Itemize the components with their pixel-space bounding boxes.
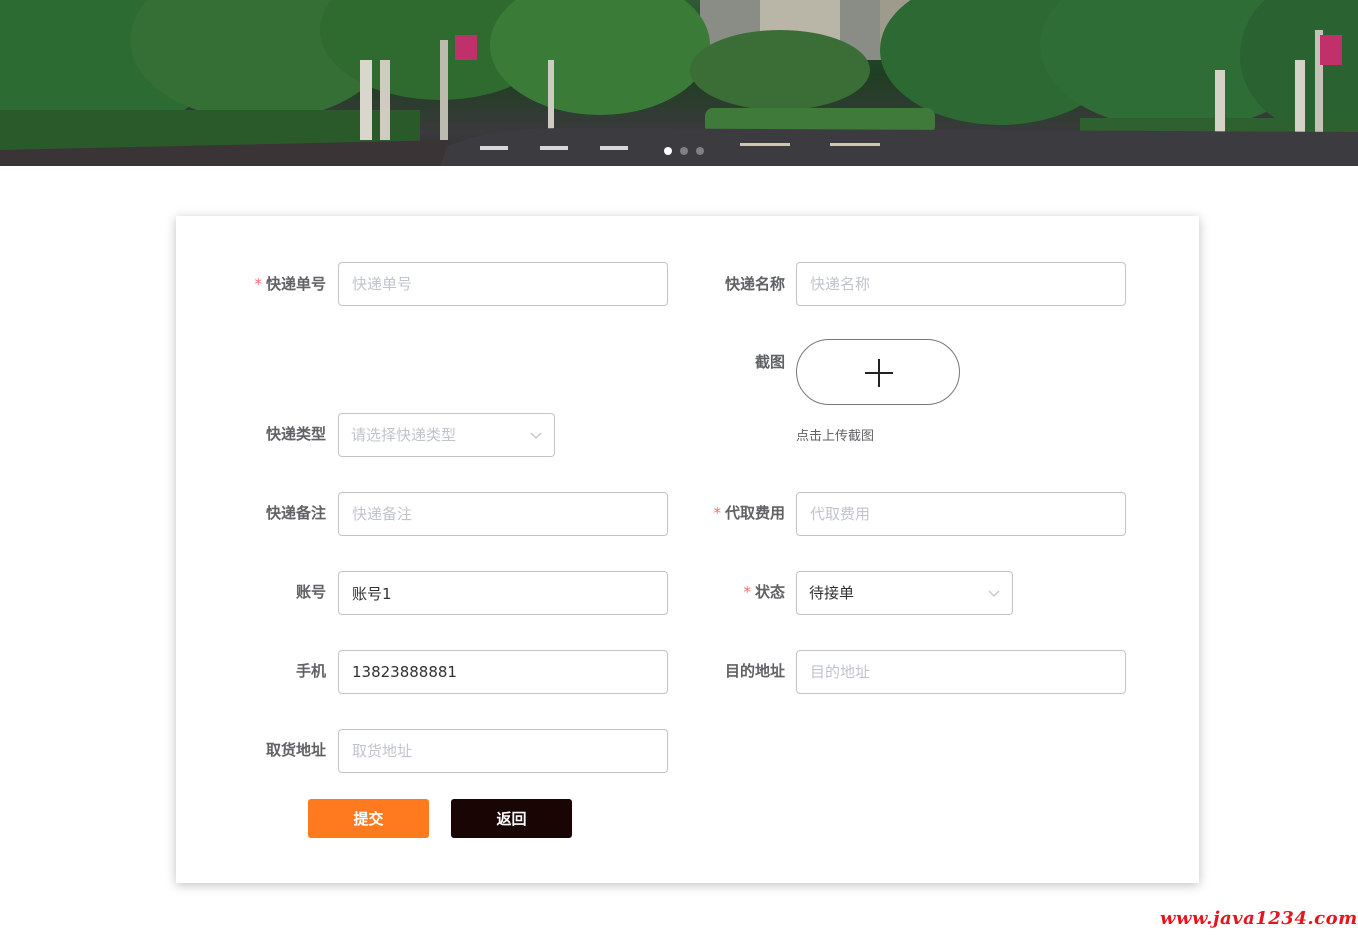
remark-label: 快递备注 [265, 504, 326, 522]
phone-input[interactable] [338, 650, 668, 694]
watermark: www.java1234.com [1160, 908, 1358, 929]
required-mark: * [713, 504, 721, 522]
account-label: 账号 [295, 583, 326, 601]
courier-name-label: 快递名称 [724, 275, 785, 293]
carousel-indicators [664, 147, 704, 155]
chevron-down-icon [988, 590, 1000, 597]
carousel-dot-3[interactable] [696, 147, 704, 155]
status-label: * 状态 [743, 583, 785, 601]
status-select[interactable]: 待接单 [796, 571, 1013, 615]
courier-name-input[interactable] [796, 262, 1126, 306]
fee-label: * 代取费用 [713, 504, 785, 522]
upload-hint: 点击上传截图 [796, 429, 875, 444]
form-card: *快递单号 快递名称 截图 点击上传截图 快递类型 请选择快递类型 快递备注 *… [176, 216, 1199, 883]
carousel-dot-1[interactable] [664, 147, 672, 155]
courier-type-select[interactable]: 请选择快递类型 [338, 413, 555, 457]
pickup-address-label: 取货地址 [265, 741, 326, 759]
destination-label: 目的地址 [724, 662, 785, 680]
remark-input[interactable] [338, 492, 668, 536]
submit-button[interactable]: 提交 [308, 799, 429, 838]
destination-input[interactable] [796, 650, 1126, 694]
tracking-no-input[interactable] [338, 262, 668, 306]
back-button[interactable]: 返回 [451, 799, 572, 838]
screenshot-upload-button[interactable] [796, 339, 960, 405]
account-input[interactable] [338, 571, 668, 615]
plus-icon [865, 359, 893, 387]
banner-image [0, 0, 1358, 166]
pickup-address-input[interactable] [338, 729, 668, 773]
chevron-down-icon [530, 432, 542, 439]
status-value: 待接单 [809, 584, 855, 602]
required-mark: * [743, 583, 751, 601]
courier-type-label: 快递类型 [265, 425, 326, 443]
tracking-no-label: * 快递单号 [254, 275, 326, 293]
required-mark: * [254, 275, 262, 293]
phone-label: 手机 [295, 662, 326, 680]
carousel-dot-2[interactable] [680, 147, 688, 155]
banner-carousel[interactable] [0, 0, 1358, 166]
courier-type-placeholder: 请选择快递类型 [351, 426, 457, 444]
screenshot-label: 截图 [754, 353, 785, 371]
fee-input[interactable] [796, 492, 1126, 536]
